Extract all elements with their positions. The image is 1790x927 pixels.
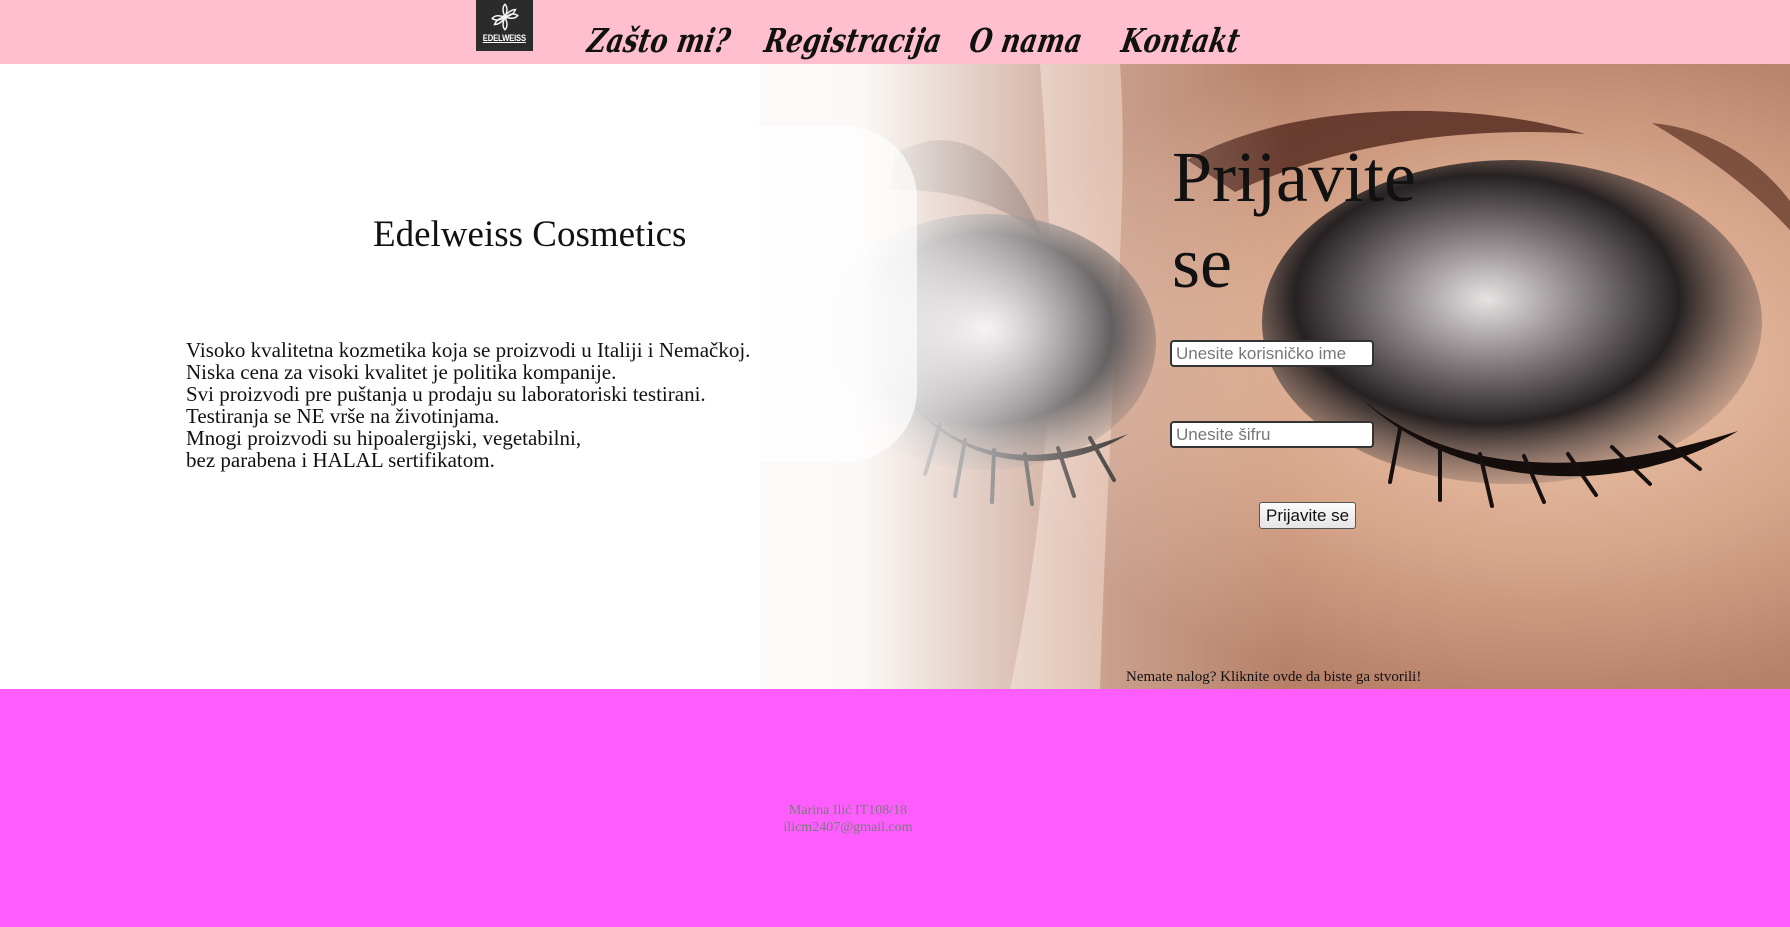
description-line: Niska cena za visoki kvalitet je politik… (186, 360, 617, 384)
description-line: bez parabena i HALAL sertifikatom. (186, 448, 495, 472)
create-account-link[interactable]: Nemate nalog? Kliknite ovde da biste ga … (1126, 668, 1421, 686)
flower-icon (490, 3, 519, 31)
nav-link-contact[interactable]: Kontakt (1118, 18, 1244, 64)
logo-text: EDELWEISS (482, 33, 527, 43)
company-description: Visoko kvalitetna kozmetika koja se proi… (186, 339, 836, 471)
edelweiss-logo[interactable]: EDELWEISS (476, 0, 533, 51)
brand-title: Edelweiss Cosmetics (373, 214, 687, 255)
footer-email: ilicm2407@gmail.com (783, 820, 913, 835)
nav-link-why-us[interactable]: Zašto mi? (584, 18, 734, 64)
login-title: Prijavite se (1172, 137, 1416, 303)
nav-link-about-us[interactable]: O nama (966, 18, 1086, 64)
password-input[interactable] (1170, 421, 1374, 448)
description-line: Svi proizvodi pre puštanja u prodaju su … (186, 382, 706, 406)
username-input[interactable] (1170, 340, 1374, 367)
description-line: Visoko kvalitetna kozmetika koja se proi… (186, 338, 751, 362)
description-line: Mnogi proizvodi su hipoalergijski, veget… (186, 426, 582, 450)
footer-author: Marina Ilić IT108/18 (788, 803, 908, 818)
top-navigation: EDELWEISS Zašto mi? Registracija O nama … (0, 0, 1790, 64)
nav-link-registration[interactable]: Registracija (761, 18, 946, 64)
login-button[interactable]: Prijavite se (1259, 502, 1357, 529)
footer-contact: Marina Ilić IT108/18 ilicm2407@gmail.com (0, 802, 1696, 836)
description-line: Testiranja se NE vrše na životinjama. (186, 404, 500, 428)
footer: Marina Ilić IT108/18 ilicm2407@gmail.com (0, 689, 1790, 927)
